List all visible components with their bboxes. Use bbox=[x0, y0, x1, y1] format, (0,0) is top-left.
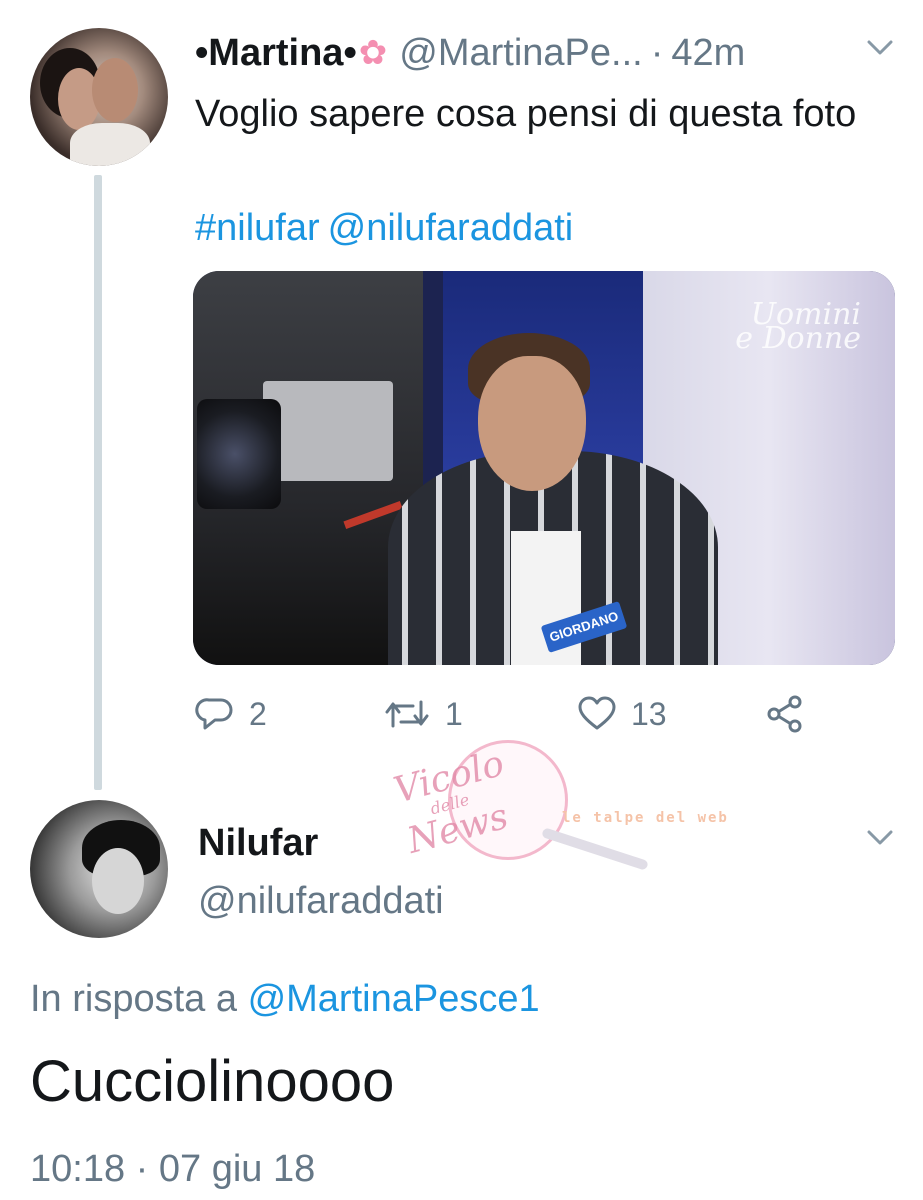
retweet-button[interactable]: 1 bbox=[383, 694, 463, 734]
reply-icon bbox=[195, 694, 235, 734]
reply-count: 2 bbox=[249, 695, 267, 732]
reply-text: Cucciolinoooo bbox=[30, 1049, 395, 1114]
reply-display-name[interactable]: Nilufar bbox=[198, 822, 318, 865]
like-count: 13 bbox=[631, 695, 667, 732]
reply-button[interactable]: 2 bbox=[195, 694, 267, 734]
like-button[interactable]: 13 bbox=[577, 694, 667, 734]
chevron-down-icon[interactable] bbox=[866, 32, 894, 66]
in-reply-to: In risposta a @MartinaPesce1 bbox=[30, 978, 540, 1020]
tweet-text: Voglio sapere cosa pensi di questa foto bbox=[195, 93, 857, 135]
avatar-martina[interactable] bbox=[30, 28, 168, 166]
tweet-header: •Martina• ✿ @MartinaPe... · 42m bbox=[195, 28, 895, 78]
retweet-count: 1 bbox=[445, 695, 463, 732]
display-name[interactable]: •Martina• bbox=[195, 32, 357, 75]
tweet-media-image[interactable]: GIORDANO Uomini e Donne bbox=[193, 271, 895, 665]
tweet-tags: #nilufar @nilufaraddati bbox=[195, 202, 581, 254]
watermark-logo: Vicolo delle News le talpe del web bbox=[390, 740, 830, 890]
share-button[interactable] bbox=[765, 694, 805, 734]
retweet-icon bbox=[383, 694, 431, 734]
reply-mention-link[interactable]: @MartinaPesce1 bbox=[248, 978, 540, 1020]
cherry-blossom-icon: ✿ bbox=[358, 34, 388, 72]
separator: · bbox=[650, 31, 664, 74]
reply-timestamp: 10:18 · 07 giu 18 bbox=[30, 1148, 316, 1190]
show-logo: Uomini e Donne bbox=[735, 297, 861, 356]
hashtag-link[interactable]: #nilufar bbox=[195, 207, 320, 249]
tweet-time[interactable]: 42m bbox=[671, 32, 745, 75]
user-handle[interactable]: @MartinaPe... bbox=[399, 32, 642, 75]
reply-user-handle[interactable]: @nilufaraddati bbox=[198, 880, 444, 923]
chevron-down-icon[interactable] bbox=[866, 822, 894, 856]
avatar-nilufar[interactable] bbox=[30, 800, 168, 938]
share-icon bbox=[765, 694, 805, 734]
thread-connector-line bbox=[94, 175, 102, 790]
heart-icon bbox=[577, 694, 617, 734]
mention-link[interactable]: @nilufaraddati bbox=[328, 207, 574, 249]
tweet-actions: 2 1 13 bbox=[195, 694, 815, 744]
